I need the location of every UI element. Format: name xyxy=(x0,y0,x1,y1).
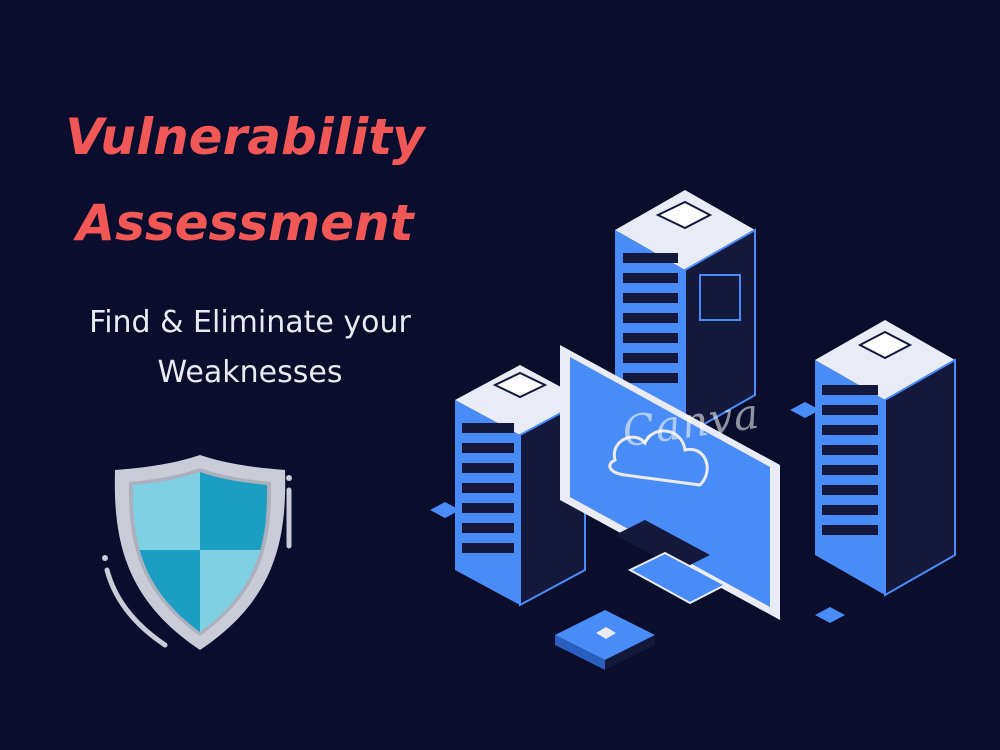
shield-icon xyxy=(102,455,292,650)
router-icon xyxy=(555,610,655,670)
title-line-2: Assessment xyxy=(76,194,414,252)
title-line-1: Vulnerability xyxy=(65,108,425,166)
server-rack-icon xyxy=(815,320,956,597)
